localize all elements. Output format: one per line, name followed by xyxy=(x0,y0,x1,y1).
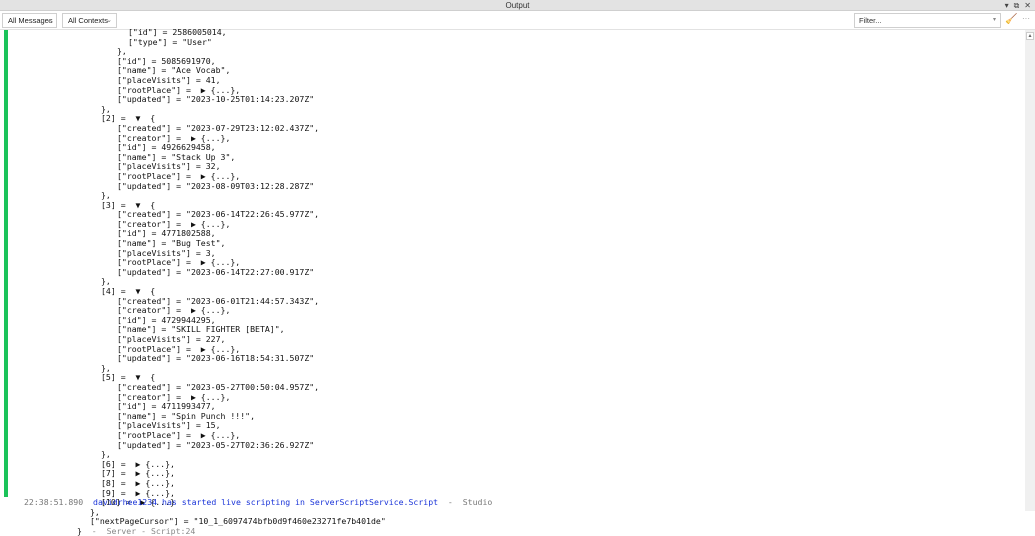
output-line-text: ["rootPlace"] = ▶ {...}, xyxy=(117,429,241,440)
filter-input[interactable]: Filter... ▾ xyxy=(854,13,1001,28)
output-line-text: ["name"] = "Stack Up 3", xyxy=(117,151,236,162)
output-line: ["updated"] = "2023-05-27T02:36:26.927Z" xyxy=(0,439,386,451)
chevron-down-icon: ⌄ xyxy=(106,17,112,24)
output-line-text: ["created"] = "2023-06-14T22:26:45.977Z"… xyxy=(117,209,320,220)
output-line-text: ["name"] = "SKILL FIGHTER [BETA]", xyxy=(117,324,285,335)
chevron-down-icon[interactable]: ▾ xyxy=(993,14,996,27)
messages-filter-dropdown[interactable]: All Messages ⌄ xyxy=(2,13,57,28)
output-line-text: ["name"] = "Bug Test", xyxy=(117,238,226,249)
output-line-text: ["id"] = 4771802588, xyxy=(117,228,216,239)
output-line-text: ["created"] = "2023-07-29T23:12:02.437Z"… xyxy=(117,122,320,133)
output-line-text: [6] = ▶ {...}, xyxy=(101,458,175,469)
output-line-text: }, xyxy=(117,46,127,57)
output-line-text: [3] = ▼ { xyxy=(101,199,156,210)
output-line-text: ["rootPlace"] = ▶ {...}, xyxy=(117,84,241,95)
output-line-text: [8] = ▶ {...}, xyxy=(101,477,175,488)
output-line-text: [4] = ▼ { xyxy=(101,286,156,297)
output-line-text: ["id"] = 5085691970, xyxy=(117,55,216,66)
output-line-text: }, xyxy=(101,103,111,114)
output-line-text: ["nextPageCursor"] = "10_1_6097474bfb0d9… xyxy=(90,516,386,527)
output-line-text: ["updated"] = "2023-05-27T02:36:26.927Z" xyxy=(117,439,315,450)
output-line-text: }, xyxy=(101,276,111,287)
output-line-text: ["rootPlace"] = ▶ {...}, xyxy=(117,257,241,268)
output-line-text: ["id"] = 4729944295, xyxy=(117,314,216,325)
chevron-down-icon: ⌄ xyxy=(46,17,52,24)
broom-icon[interactable]: 🧹 xyxy=(1005,14,1017,25)
output-line-text: ["id"] = 4926629458, xyxy=(117,142,216,153)
output-line: }, xyxy=(0,362,386,374)
output-line-text: ["created"] = "2023-05-27T00:50:04.957Z"… xyxy=(117,381,320,392)
output-line: [8] = ▶ {...}, xyxy=(0,477,386,489)
output-line-text: ["creator"] = ▶ {...}, xyxy=(117,305,231,316)
output-line: [7] = ▶ {...}, xyxy=(0,469,386,479)
output-line-text: ["created"] = "2023-06-01T21:44:57.343Z"… xyxy=(117,295,320,306)
vertical-scrollbar[interactable]: ▴ xyxy=(1025,30,1035,511)
output-line: [6] = ▶ {...}, xyxy=(0,458,386,470)
output-line-text: [7] = ▶ {...}, xyxy=(101,468,175,479)
contexts-filter-dropdown[interactable]: All Contexts ⌄ xyxy=(62,13,117,28)
output-line-text: ["updated"] = "2023-06-14T22:27:00.917Z" xyxy=(117,266,315,277)
output-line-text: ["rootPlace"] = ▶ {...}, xyxy=(117,170,241,181)
panel-title-bar: Output ▾ ⧉ ✕ xyxy=(0,0,1035,11)
output-line-text: ["updated"] = "2023-06-16T18:54:31.507Z" xyxy=(117,353,315,364)
output-line: ["updated"] = "2023-06-14T22:27:00.917Z" xyxy=(0,266,386,278)
output-line: }, xyxy=(0,190,386,201)
log-message: davidrhee1234 has started live scripting… xyxy=(93,497,439,507)
output-line-text: [2] = ▼ { xyxy=(101,113,156,124)
output-line: ["updated"] = "2023-06-16T18:54:31.507Z" xyxy=(0,353,386,364)
output-line-text: }, xyxy=(101,362,111,373)
output-line-text: ["updated"] = "2023-10-25T01:14:23.207Z" xyxy=(117,94,315,105)
dropdown-icon[interactable]: ▾ xyxy=(1005,0,1009,11)
output-line-text: ["rootPlace"] = ▶ {...}, xyxy=(117,343,241,354)
undock-icon[interactable]: ⧉ xyxy=(1014,0,1020,11)
output-line-text: ["name"] = "Spin Punch !!!", xyxy=(117,410,256,421)
output-source: - Server - Script:24 xyxy=(81,525,196,536)
output-line-text: ["placeVisits"] = 32, xyxy=(117,161,221,172)
contexts-filter-label: All Contexts xyxy=(68,16,109,25)
output-line-text: ["id"] = 2586005014, xyxy=(128,27,227,37)
output-line-text: ["updated"] = "2023-08-09T03:12:28.287Z" xyxy=(117,180,315,191)
output-line-text: }, xyxy=(90,506,100,517)
output-line: ["updated"] = "2023-10-25T01:14:23.207Z" xyxy=(0,94,386,105)
output-line-text: ["type"] = "User" xyxy=(128,36,212,47)
output-line-text: ["placeVisits"] = 3, xyxy=(117,247,216,258)
filter-placeholder: Filter... xyxy=(859,16,882,25)
output-line-text: ["creator"] = ▶ {...}, xyxy=(117,218,231,229)
output-line-text: ["name"] = "Ace Vocab", xyxy=(117,65,231,76)
output-log: ["id"] = 2586005014, ["type"] = "User"},[… xyxy=(0,27,386,536)
output-line-text: [9] = ▶ {...}, xyxy=(101,487,175,498)
output-line-text: }, xyxy=(101,190,111,201)
output-line-text: ["placeVisits"] = 15, xyxy=(117,420,221,431)
output-line: }, xyxy=(0,277,386,287)
log-source: - Studio xyxy=(438,497,493,507)
output-line: } - Server - Script:24 xyxy=(0,525,386,536)
output-line-text: ["creator"] = ▶ {...}, xyxy=(117,132,231,143)
more-options-button[interactable]: ··· xyxy=(1022,14,1030,23)
log-line: 22:38:51.890 davidrhee1234 has started l… xyxy=(24,497,492,507)
close-icon[interactable]: ✕ xyxy=(1024,0,1031,11)
scroll-up-icon[interactable]: ▴ xyxy=(1026,32,1034,40)
panel-title: Output xyxy=(505,1,530,10)
output-line-text: ["placeVisits"] = 227, xyxy=(117,334,226,344)
output-line: }, xyxy=(0,103,386,115)
output-line: ["updated"] = "2023-08-09T03:12:28.287Z" xyxy=(0,180,386,192)
output-line: }, xyxy=(0,449,386,460)
window-controls: ▾ ⧉ ✕ xyxy=(1005,0,1031,11)
output-line-text: }, xyxy=(101,449,111,460)
output-line-text: ["creator"] = ▶ {...}, xyxy=(117,391,231,402)
log-timestamp: 22:38:51.890 xyxy=(24,497,84,507)
output-line: ["type"] = "User" xyxy=(0,36,386,48)
output-line-text: ["placeVisits"] = 41, xyxy=(117,74,221,85)
output-line-text: ["id"] = 4711993477, xyxy=(117,401,216,412)
output-line-text: [5] = ▼ { xyxy=(101,372,156,383)
